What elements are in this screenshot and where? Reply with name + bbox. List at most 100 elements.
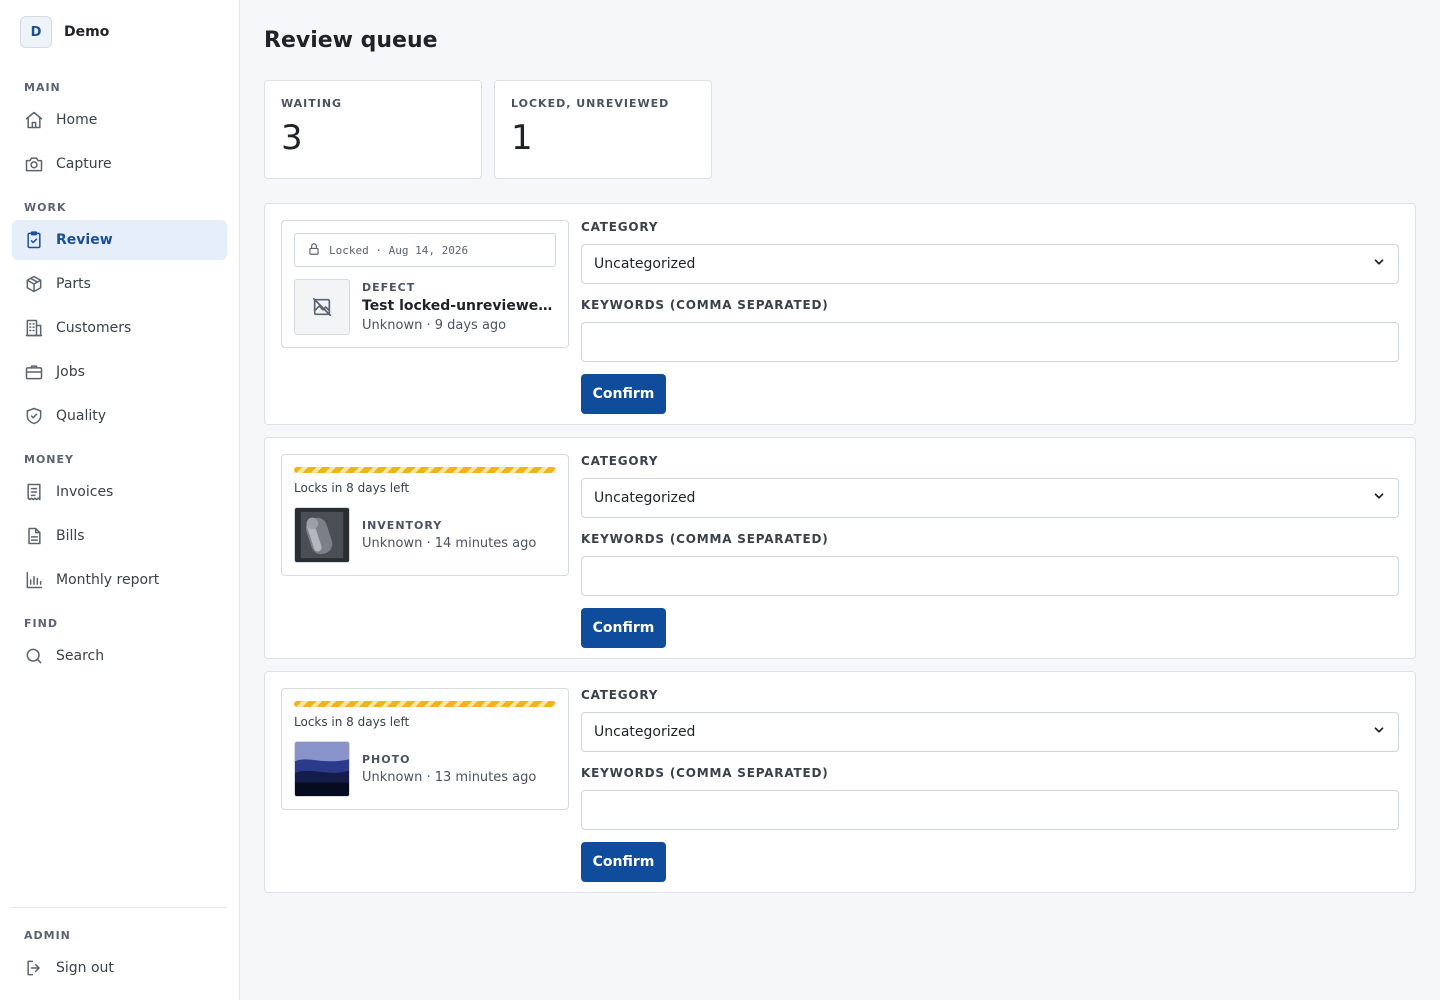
sidebar-item-label: Jobs [56,364,85,380]
stat-value: 3 [281,118,303,158]
sidebar-item-capture[interactable]: Capture [12,144,227,184]
section-label-main: MAIN [24,81,61,94]
section-label-admin: ADMIN [24,929,71,942]
keywords-input[interactable] [581,556,1399,596]
item-card[interactable]: Locked · Aug 14, 2026 DEFECT Test locked… [281,220,569,348]
sidebar-item-label: Capture [56,156,112,172]
category-value: Uncategorized [594,724,696,740]
keywords-input[interactable] [581,790,1399,830]
document-icon [24,526,44,546]
item-subtitle: Unknown · 14 minutes ago [362,536,537,551]
sign-out-icon [24,958,44,978]
chevron-down-icon [1372,723,1386,741]
item-kind: DEFECT [362,281,416,294]
review-form: CATEGORY Uncategorized KEYWORDS (COMMA S… [581,220,1399,414]
brand[interactable]: D Demo [12,0,227,64]
section-label-work: WORK [24,201,67,214]
sidebar-item-monthly-report[interactable]: Monthly report [12,560,227,600]
stat-label: LOCKED, UNREVIEWED [511,97,670,110]
review-form: CATEGORY Uncategorized KEYWORDS (COMMA S… [581,688,1399,882]
sidebar-admin: ADMIN Sign out [12,907,227,988]
shield-check-icon [24,406,44,426]
lock-countdown-stripe [294,701,556,707]
brand-name: Demo [64,24,110,40]
category-value: Uncategorized [594,490,696,506]
sidebar-item-review[interactable]: Review [12,220,227,260]
review-form: CATEGORY Uncategorized KEYWORDS (COMMA S… [581,454,1399,648]
sidebar-item-home[interactable]: Home [12,100,227,140]
confirm-button[interactable]: Confirm [581,608,666,648]
queue-card: Locks in 8 days left [264,437,1416,659]
no-image-icon [294,279,350,335]
search-icon [24,646,44,666]
sidebar-item-label: Customers [56,320,132,336]
item-card[interactable]: Locks in 8 days left [281,454,569,576]
sidebar-item-bills[interactable]: Bills [12,516,227,556]
item-subtitle: Unknown · 13 minutes ago [362,770,537,785]
sidebar-item-parts[interactable]: Parts [12,264,227,304]
inventory-thumbnail [294,507,350,563]
sidebar-item-quality[interactable]: Quality [12,396,227,436]
keywords-label: KEYWORDS (COMMA SEPARATED) [581,298,829,312]
category-label: CATEGORY [581,220,659,234]
sidebar-item-jobs[interactable]: Jobs [12,352,227,392]
sidebar-item-search[interactable]: Search [12,636,227,676]
chevron-down-icon [1372,255,1386,273]
stat-card-locked-unreviewed: LOCKED, UNREVIEWED 1 [494,80,712,179]
stat-card-waiting: WAITING 3 [264,80,482,179]
lock-text: Locked · Aug 14, 2026 [329,243,469,257]
stat-label: WAITING [281,97,343,110]
sidebar-item-label: Review [56,232,113,248]
sign-out-label: Sign out [56,960,114,976]
briefcase-icon [24,362,44,382]
stat-value: 1 [511,118,533,158]
sidebar-item-label: Search [56,648,105,664]
category-label: CATEGORY [581,688,659,702]
queue-card: Locks in 8 days left [264,671,1416,893]
camera-icon [24,154,44,174]
item-card[interactable]: Locks in 8 days left [281,688,569,810]
category-label: CATEGORY [581,454,659,468]
item-subtitle: Unknown · 9 days ago [362,318,507,333]
lock-icon [307,242,321,259]
bar-chart-icon [24,570,44,590]
photo-thumbnail [294,741,350,797]
section-label-money: MONEY [24,453,74,466]
section-label-find: FIND [24,617,58,630]
lock-countdown-text: Locks in 8 days left [294,715,410,729]
lock-status: Locked · Aug 14, 2026 [294,233,556,267]
item-title: Test locked-unreviewed ex… [362,298,556,314]
app-root: D Demo MAIN Home Capture WORK Review Par… [0,0,1440,1000]
sidebar-item-label: Home [56,112,98,128]
building-icon [24,318,44,338]
keywords-input[interactable] [581,322,1399,362]
sidebar-item-label: Bills [56,528,85,544]
sidebar-item-label: Parts [56,276,91,292]
sidebar-item-label: Quality [56,408,107,424]
sidebar-item-customers[interactable]: Customers [12,308,227,348]
confirm-button[interactable]: Confirm [581,842,666,882]
item-kind: PHOTO [362,753,411,766]
main-content: Review queue WAITING 3 LOCKED, UNREVIEWE… [240,0,1440,1000]
sidebar-item-label: Invoices [56,484,114,500]
queue-card: Locked · Aug 14, 2026 DEFECT Test locked… [264,203,1416,425]
page-title: Review queue [264,27,438,53]
lock-countdown-text: Locks in 8 days left [294,481,410,495]
sign-out-button[interactable]: Sign out [12,948,227,988]
review-queue: Locked · Aug 14, 2026 DEFECT Test locked… [264,203,1416,893]
sidebar: D Demo MAIN Home Capture WORK Review Par… [0,0,240,1000]
category-select[interactable]: Uncategorized [581,478,1399,518]
box-icon [24,274,44,294]
receipt-icon [24,482,44,502]
confirm-button[interactable]: Confirm [581,374,666,414]
category-value: Uncategorized [594,256,696,272]
keywords-label: KEYWORDS (COMMA SEPARATED) [581,766,829,780]
item-kind: INVENTORY [362,519,443,532]
sidebar-item-invoices[interactable]: Invoices [12,472,227,512]
category-select[interactable]: Uncategorized [581,244,1399,284]
keywords-label: KEYWORDS (COMMA SEPARATED) [581,532,829,546]
sidebar-item-label: Monthly report [56,572,160,588]
lock-countdown-stripe [294,467,556,473]
category-select[interactable]: Uncategorized [581,712,1399,752]
clipboard-check-icon [24,230,44,250]
